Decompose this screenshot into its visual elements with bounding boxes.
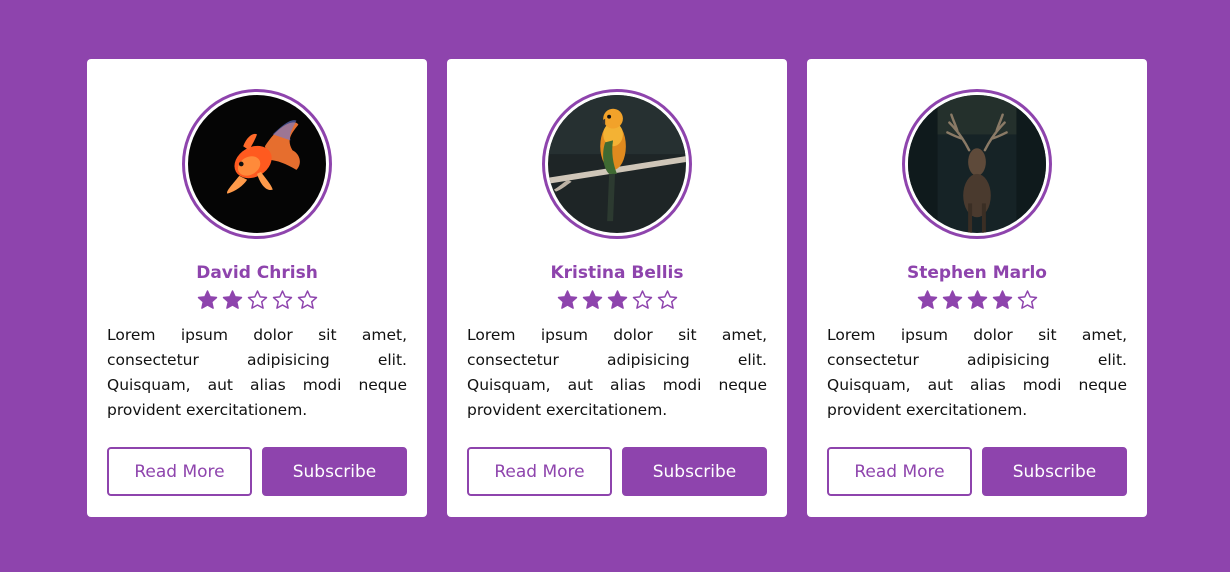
deer-photo <box>908 95 1046 233</box>
star-rating <box>196 289 319 311</box>
star-filled-icon <box>557 290 577 309</box>
card-actions: Read More Subscribe <box>827 447 1127 496</box>
star-filled-icon <box>967 290 987 309</box>
star-filled-icon <box>197 290 217 309</box>
star-filled-icon <box>942 290 962 309</box>
profile-name: Stephen Marlo <box>906 263 1047 283</box>
profile-description: Lorem ipsum dolor sit amet, consectetur … <box>467 326 767 419</box>
star-empty-icon <box>272 290 292 309</box>
profile-name: David Chrish <box>196 263 318 283</box>
read-more-button[interactable]: Read More <box>107 447 252 496</box>
subscribe-button[interactable]: Subscribe <box>262 447 407 496</box>
profile-description: Lorem ipsum dolor sit amet, consectetur … <box>107 326 407 419</box>
avatar <box>902 89 1052 239</box>
star-empty-icon <box>657 290 677 309</box>
goldfish-photo <box>188 95 326 233</box>
profile-card: Stephen Marlo Lorem ipsum dolor sit amet… <box>807 59 1147 517</box>
profile-card: David Chrish Lorem ipsum dolor sit amet,… <box>87 59 427 517</box>
star-filled-icon <box>917 290 937 309</box>
star-empty-icon <box>632 290 652 309</box>
read-more-button[interactable]: Read More <box>827 447 972 496</box>
cards-container: David Chrish Lorem ipsum dolor sit amet,… <box>87 59 1147 517</box>
subscribe-button[interactable]: Subscribe <box>982 447 1127 496</box>
card-actions: Read More Subscribe <box>107 447 407 496</box>
star-rating <box>556 289 679 311</box>
star-empty-icon <box>1017 290 1037 309</box>
profile-description: Lorem ipsum dolor sit amet, consectetur … <box>827 326 1127 419</box>
parrot-photo <box>548 95 686 233</box>
avatar <box>182 89 332 239</box>
read-more-button[interactable]: Read More <box>467 447 612 496</box>
star-filled-icon <box>582 290 602 309</box>
card-actions: Read More Subscribe <box>467 447 767 496</box>
star-filled-icon <box>992 290 1012 309</box>
star-empty-icon <box>247 290 267 309</box>
avatar <box>542 89 692 239</box>
star-filled-icon <box>222 290 242 309</box>
profile-name: Kristina Bellis <box>550 263 684 283</box>
star-filled-icon <box>607 290 627 309</box>
star-empty-icon <box>297 290 317 309</box>
star-rating <box>916 289 1039 311</box>
subscribe-button[interactable]: Subscribe <box>622 447 767 496</box>
profile-card: Kristina Bellis Lorem ipsum dolor sit am… <box>447 59 787 517</box>
